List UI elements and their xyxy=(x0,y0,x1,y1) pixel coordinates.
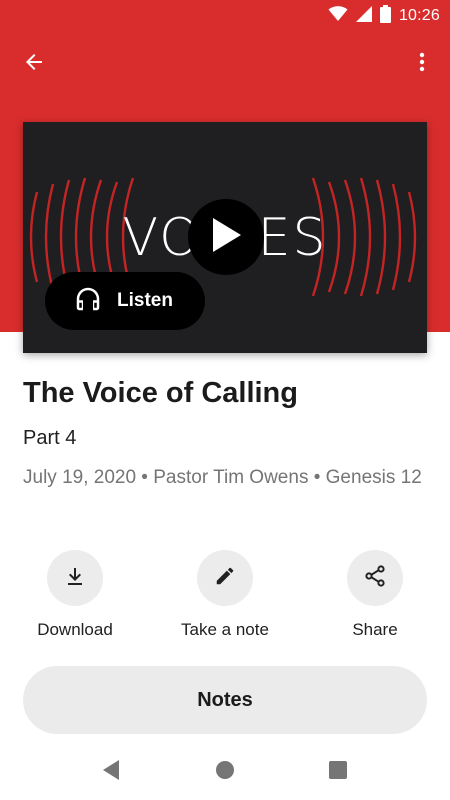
notes-button[interactable]: Notes xyxy=(23,666,427,734)
sermon-title: The Voice of Calling xyxy=(23,377,298,409)
triangle-back-icon xyxy=(101,759,121,786)
battery-icon xyxy=(379,4,391,28)
share-button[interactable]: Share xyxy=(310,550,440,640)
download-circle[interactable] xyxy=(47,550,103,606)
share-circle[interactable] xyxy=(347,550,403,606)
circle-home-icon xyxy=(215,760,235,785)
system-nav-bar xyxy=(0,744,450,800)
headphones-icon xyxy=(73,284,103,319)
nav-home-button[interactable] xyxy=(211,758,239,786)
take-note-button[interactable]: Take a note xyxy=(160,550,290,640)
status-bar: 10:26 xyxy=(0,0,450,32)
listen-button[interactable]: Listen xyxy=(45,272,205,330)
sermon-meta: July 19, 2020 • Pastor Tim Owens • Genes… xyxy=(23,467,422,488)
arrow-left-icon xyxy=(22,50,46,79)
share-label: Share xyxy=(352,620,398,639)
pencil-icon xyxy=(214,565,236,592)
share-icon xyxy=(363,564,387,593)
download-label: Download xyxy=(37,620,113,639)
sermon-part: Part 4 xyxy=(23,427,77,449)
take-note-label: Take a note xyxy=(181,620,269,639)
take-note-circle[interactable] xyxy=(197,550,253,606)
nav-back-button[interactable] xyxy=(97,758,125,786)
download-icon xyxy=(63,564,87,593)
status-icons: 10:26 xyxy=(328,4,440,28)
more-options-button[interactable] xyxy=(400,42,444,86)
app-bar xyxy=(0,32,450,96)
nav-recents-button[interactable] xyxy=(324,758,352,786)
action-row: Download Take a note Share xyxy=(0,550,450,650)
wifi-icon xyxy=(328,5,348,27)
download-button[interactable]: Download xyxy=(10,550,140,640)
play-icon xyxy=(209,216,243,259)
media-artwork: VOICES Listen xyxy=(23,122,427,353)
play-button[interactable] xyxy=(188,199,264,275)
more-vertical-icon xyxy=(410,50,434,79)
listen-label: Listen xyxy=(117,290,173,311)
back-button[interactable] xyxy=(12,42,56,86)
square-recents-icon xyxy=(329,760,347,784)
status-time: 10:26 xyxy=(398,7,440,24)
cell-signal-icon xyxy=(355,5,372,27)
